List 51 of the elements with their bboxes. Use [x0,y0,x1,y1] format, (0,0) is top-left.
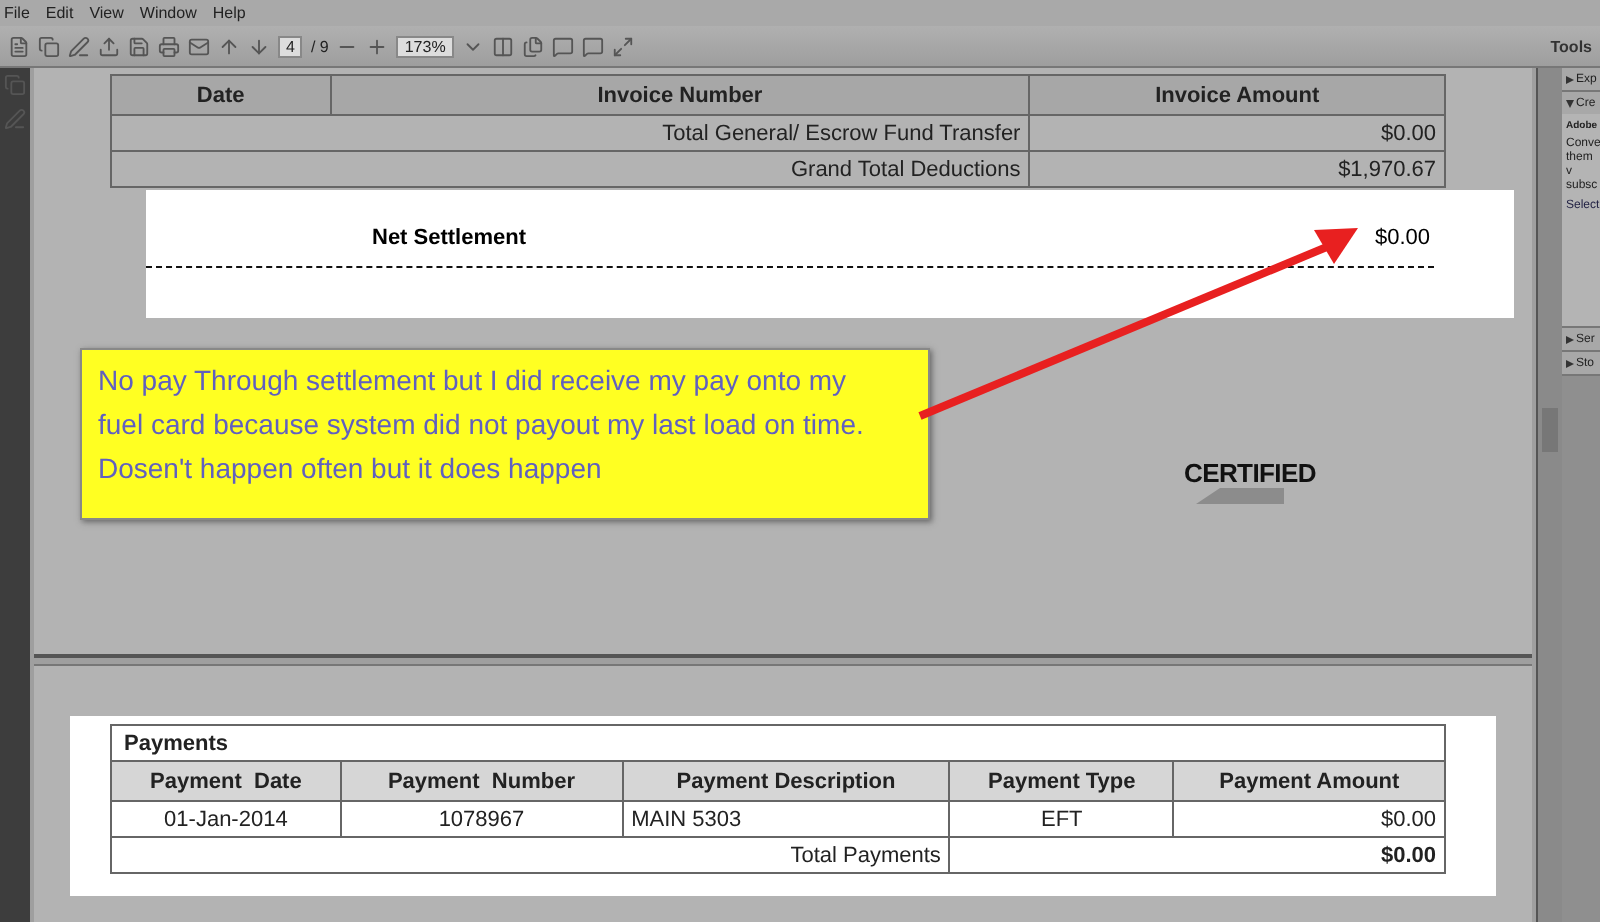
menu-item[interactable]: Edit [45,4,74,22]
table-cell: 01-Jan-2014 [111,801,341,837]
edit-icon[interactable] [68,35,90,57]
table-cell: EFT [949,801,1174,837]
column-header: Invoice Amount [1029,75,1445,115]
table-cell: $0.00 [949,837,1445,873]
copy-icon[interactable] [38,35,60,57]
stamp-label: CERTIFIED [1184,458,1316,488]
table-cell: Total General/ Escrow Fund Transfer [111,115,1030,151]
print-icon[interactable] [158,35,180,57]
document-icon[interactable] [8,35,30,57]
table-cell: Total Payments [111,837,950,873]
menu-item[interactable]: View [89,4,124,22]
collapsed-triangle-icon[interactable] [1566,359,1574,367]
column-header: Payment Description [622,761,950,801]
net-settlement-label: Net Settlement [372,226,527,250]
table-cell: Grand Total Deductions [111,151,1030,187]
column-header: Date [111,75,331,115]
table-cell: $0.00 [1173,801,1445,837]
page-count: / 9 [310,37,329,55]
collapsed-triangle-icon[interactable] [1566,75,1574,83]
page-layout-icon[interactable] [491,35,514,57]
column-header: Payment Amount [1173,761,1445,801]
column-header: Payment Number [340,761,623,801]
next-page-icon[interactable] [248,35,270,57]
tools-button[interactable]: Tools [1550,37,1592,55]
payments-title: Payments [111,725,1445,761]
menu-item[interactable]: File [4,4,30,22]
collapsed-triangle-icon[interactable] [1566,335,1574,343]
table-cell: MAIN 5303 [622,801,950,837]
net-settlement-amount: $0.00 [1374,226,1430,250]
zoom-field[interactable]: 173% [396,35,454,57]
column-header: Payment Date [111,761,341,801]
table-cell: $0.00 [1029,115,1445,151]
mail-icon[interactable] [188,35,210,57]
zoom-in-icon[interactable] [366,35,389,57]
previous-page-icon[interactable] [218,35,240,57]
table-cell: 1078967 [340,801,623,837]
fullscreen-icon[interactable] [611,35,634,57]
column-header: Invoice Number [330,75,1030,115]
menu-item[interactable]: Window [139,4,197,22]
table-cell: $1,970.67 [1029,151,1445,187]
upload-icon[interactable] [98,35,120,57]
expanded-triangle-icon[interactable] [1566,99,1574,107]
stamp-mark-icon [1192,488,1288,504]
annotation-note: No pay Through settlement but I did receive my pay onto my fuel card because system did not payout my last load on time. Dosen't happen often but it does happen [80,348,930,520]
comment-icon[interactable] [551,35,574,57]
save-icon[interactable] [128,35,150,57]
column-header: Payment Type [949,761,1174,801]
page-number-field[interactable]: 4 [278,35,303,57]
menu-item[interactable]: Help [212,4,246,22]
